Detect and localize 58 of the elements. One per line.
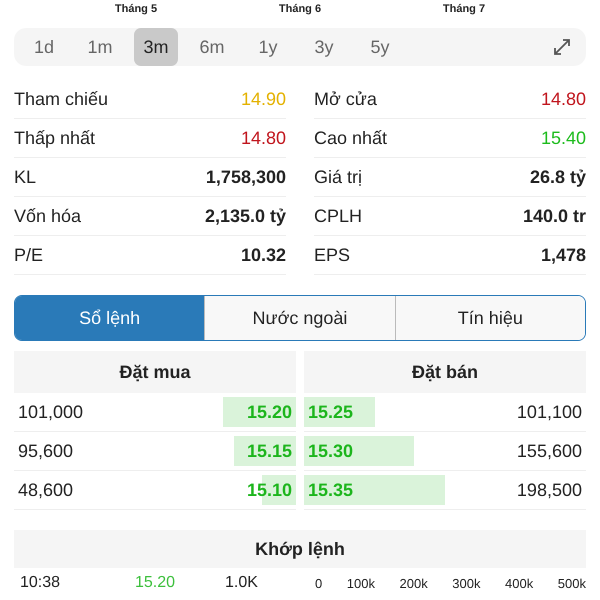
- stat-value: 26.8 tỷ: [530, 166, 586, 188]
- axis-label: 300k: [452, 576, 480, 590]
- section-header: Khớp lệnh: [14, 530, 586, 568]
- period-tab[interactable]: 1m: [78, 28, 122, 66]
- trade-time: 10:38: [19, 574, 62, 592]
- axis-label: 500k: [558, 576, 586, 590]
- stat-label: Thấp nhất: [14, 128, 96, 148]
- column-header: Đặt mua: [14, 351, 296, 393]
- stat-value: 14.80: [540, 88, 586, 110]
- bid-volume: 48,600: [17, 480, 74, 500]
- month-label: Tháng 6: [278, 3, 322, 15]
- stat-value: 15.40: [540, 128, 586, 148]
- stat-value: 140.0 tr: [522, 206, 586, 226]
- period-tab[interactable]: 6m: [190, 28, 234, 66]
- period-tab[interactable]: 1d: [22, 28, 66, 66]
- ask-volume: 198,500: [516, 480, 583, 500]
- trade-volume: 1.0K: [225, 574, 259, 592]
- bid-price: 15.15: [246, 440, 293, 462]
- axis-label: 200k: [400, 576, 428, 590]
- expand-icon[interactable]: [552, 37, 572, 57]
- stat-label: EPS: [314, 244, 350, 266]
- period-tab[interactable]: 5y: [358, 28, 402, 66]
- period-tab[interactable]: 1y: [246, 28, 290, 66]
- month-label: Tháng 7: [442, 3, 486, 15]
- axis-label: 100k: [346, 576, 375, 590]
- axis-label: 400k: [505, 576, 534, 590]
- ask-price: 15.30: [307, 440, 354, 462]
- column-header: Đặt bán: [304, 351, 586, 393]
- stat-value: 1,478: [540, 244, 586, 266]
- bid-price: 15.10: [246, 480, 293, 500]
- stat-label: Cao nhất: [314, 128, 388, 148]
- segment-tab[interactable]: Sổ lệnh: [15, 296, 204, 340]
- bid-volume: 95,600: [17, 440, 74, 462]
- stat-label: Tham chiếu: [14, 88, 108, 110]
- stat-label: P/E: [14, 244, 44, 266]
- period-tab[interactable]: 3y: [302, 28, 346, 66]
- stat-label: Giá trị: [314, 166, 362, 188]
- bid-volume: 101,000: [17, 402, 84, 422]
- bid-price: 15.20: [246, 402, 293, 422]
- month-label: Tháng 5: [114, 3, 158, 15]
- period-tab[interactable]: 3m: [134, 28, 178, 66]
- stat-value: 14.80: [240, 128, 286, 148]
- trade-price: 15.20: [135, 574, 176, 592]
- stat-value: 1,758,300: [206, 166, 286, 188]
- segment-tab[interactable]: Tín hiệu: [394, 296, 585, 340]
- ask-volume: 101,100: [516, 402, 583, 422]
- ask-price: 15.35: [307, 480, 354, 500]
- ask-volume: 155,600: [516, 440, 583, 462]
- segment-tab[interactable]: Nước ngoài: [204, 296, 395, 340]
- ask-price: 15.25: [307, 402, 354, 422]
- stat-label: Mở cửa: [314, 88, 377, 110]
- stat-value: 2,135.0 tỷ: [204, 206, 286, 226]
- stat-value: 10.32: [240, 244, 286, 266]
- axis-label: 0: [315, 576, 322, 590]
- stat-label: KL: [14, 166, 36, 188]
- stat-label: Vốn hóa: [14, 206, 82, 226]
- stat-value: 14.90: [240, 88, 286, 110]
- stat-label: CPLH: [314, 206, 362, 226]
